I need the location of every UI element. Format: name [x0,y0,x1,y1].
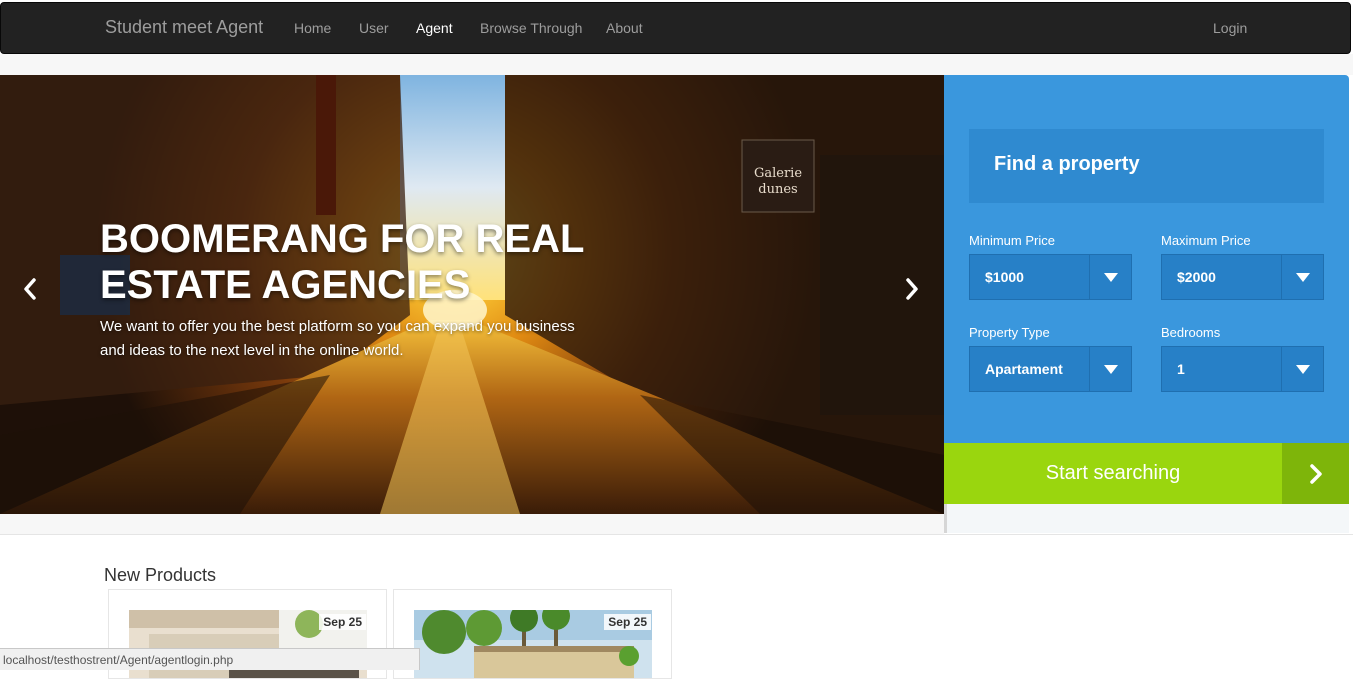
bedrooms-value: 1 [1177,361,1185,377]
nav-link-user[interactable]: User [359,20,389,36]
max-price-label: Maximum Price [1161,233,1251,248]
property-type-select[interactable]: Apartament [969,346,1132,392]
panel-header: Find a property [969,129,1324,203]
svg-text:dunes: dunes [758,182,797,197]
chevron-left-icon [24,278,36,300]
hero-carousel: Galerie dunes BOOMERANG FOR REAL ESTATE … [0,75,944,514]
top-navbar: Student meet Agent Home User Agent Brows… [0,2,1351,54]
product-date: Sep 25 [604,614,651,630]
chevron-right-icon [1309,463,1322,484]
section-divider [0,534,1353,535]
carousel-prev-button[interactable] [23,278,53,312]
min-price-select[interactable]: $1000 [969,254,1132,300]
nav-link-home[interactable]: Home [294,20,331,36]
hero-subtitle: We want to offer you the best platform s… [100,318,575,359]
login-link[interactable]: Login [1213,20,1247,36]
caret-down-icon [1281,255,1323,299]
panel-title: Find a property [994,153,1140,175]
nav-link-agent[interactable]: Agent [416,20,453,36]
min-price-value: $1000 [985,269,1024,285]
max-price-select[interactable]: $2000 [1161,254,1324,300]
nav-link-browse-through[interactable]: Browse Through [480,20,582,36]
chevron-right-icon [906,278,918,300]
start-searching-button[interactable]: Start searching [944,443,1282,504]
carousel-next-button[interactable] [905,278,935,312]
browser-status-bar: localhost/testhostrent/Agent/agentlogin.… [0,648,420,670]
start-searching-arrow-button[interactable] [1282,443,1349,504]
hero-footer [0,514,944,534]
bedrooms-label: Bedrooms [1161,325,1221,340]
property-type-value: Apartament [985,361,1063,377]
hero-title: BOOMERANG FOR REAL ESTATE AGENCIES [100,217,584,307]
product-card[interactable]: Sep 25 [393,589,672,679]
min-price-label: Minimum Price [969,233,1055,248]
product-date: Sep 25 [319,614,366,630]
bedrooms-select[interactable]: 1 [1161,346,1324,392]
property-type-label: Property Type [969,325,1050,340]
brand-link[interactable]: Student meet Agent [105,17,263,38]
find-property-panel: Find a property Minimum Price $1000 Maxi… [944,75,1349,443]
caret-down-icon [1089,347,1131,391]
caret-down-icon [1281,347,1323,391]
caret-down-icon [1089,255,1131,299]
panel-footer [944,504,1349,533]
nav-spacer [0,54,1353,75]
nav-link-about[interactable]: About [606,20,643,36]
new-products-heading: New Products [104,565,217,585]
max-price-value: $2000 [1177,269,1216,285]
shop-sign-text: Galerie [754,166,802,181]
